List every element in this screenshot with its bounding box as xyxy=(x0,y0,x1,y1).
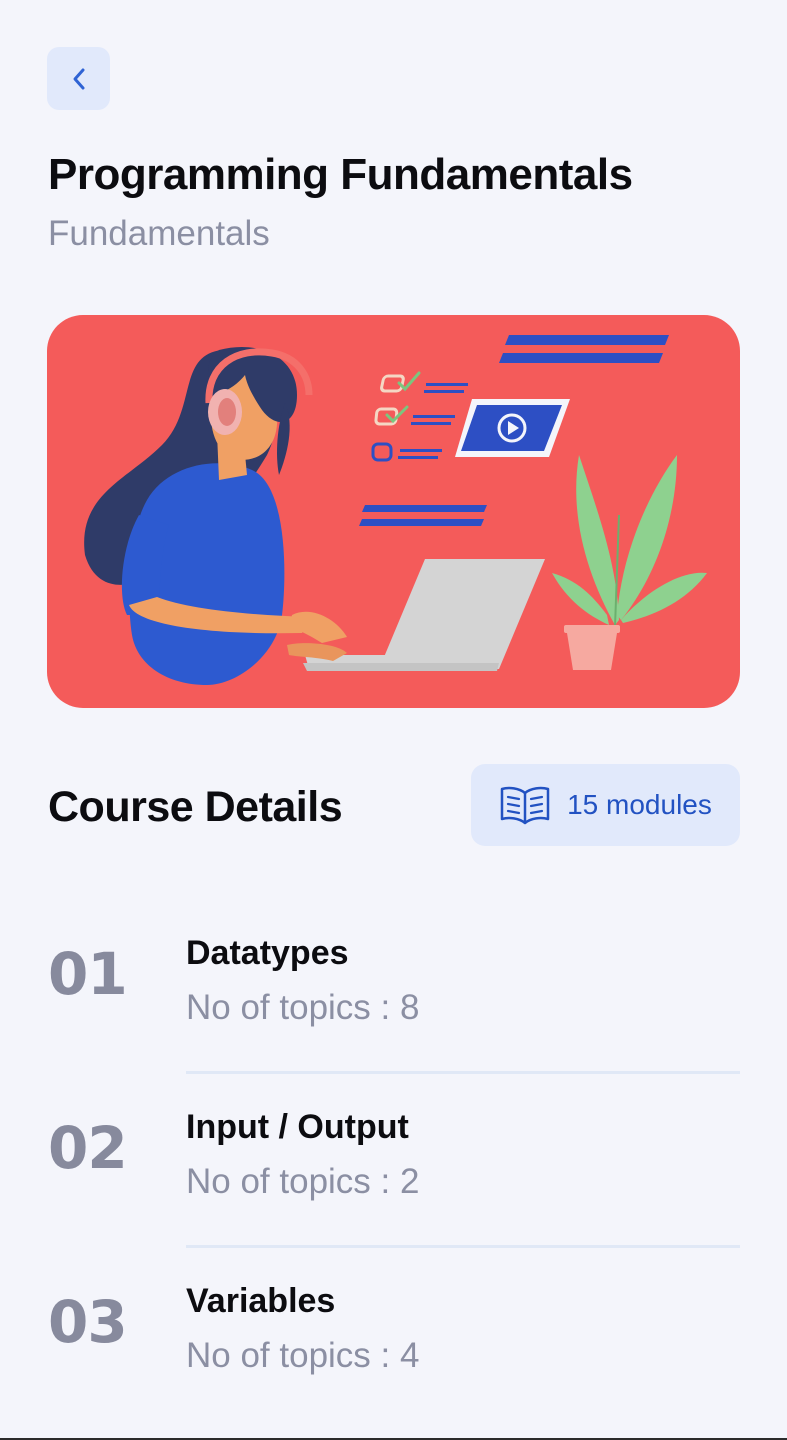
chevron-left-icon xyxy=(73,68,84,89)
video-player-icon xyxy=(455,399,570,457)
module-topic-count: No of topics : 2 xyxy=(186,1162,420,1201)
module-item-datatypes[interactable]: 01 Datatypes No of topics : 8 xyxy=(48,900,740,1074)
page-title: Programming Fundamentals xyxy=(48,150,633,199)
back-button[interactable] xyxy=(47,47,110,110)
modules-count-label: 15 modules xyxy=(567,789,712,820)
module-title: Input / Output xyxy=(186,1108,409,1146)
decorative-lines xyxy=(499,335,669,363)
course-details-heading: Course Details xyxy=(48,783,343,831)
module-title: Variables xyxy=(186,1282,336,1320)
potted-plant-icon xyxy=(552,455,707,670)
module-item-variables[interactable]: 03 Variables No of topics : 4 xyxy=(48,1248,740,1422)
checklist-icon xyxy=(371,371,468,462)
module-topic-count: No of topics : 8 xyxy=(186,988,420,1027)
decorative-lines xyxy=(359,505,487,526)
module-topic-count: No of topics : 4 xyxy=(186,1336,420,1375)
open-book-icon xyxy=(500,786,550,825)
page-subtitle: Fundamentals xyxy=(48,214,270,253)
module-title: Datatypes xyxy=(186,934,349,972)
module-item-input-output[interactable]: 02 Input / Output No of topics : 2 xyxy=(48,1074,740,1248)
course-hero-illustration xyxy=(47,315,740,708)
module-number: 01 xyxy=(48,940,128,1008)
module-list: 01 Datatypes No of topics : 8 02 Input /… xyxy=(48,900,740,1422)
module-number: 02 xyxy=(48,1114,128,1182)
module-number: 03 xyxy=(48,1288,128,1356)
modules-count-badge: 15 modules xyxy=(471,764,740,846)
student-illustration xyxy=(84,347,545,685)
